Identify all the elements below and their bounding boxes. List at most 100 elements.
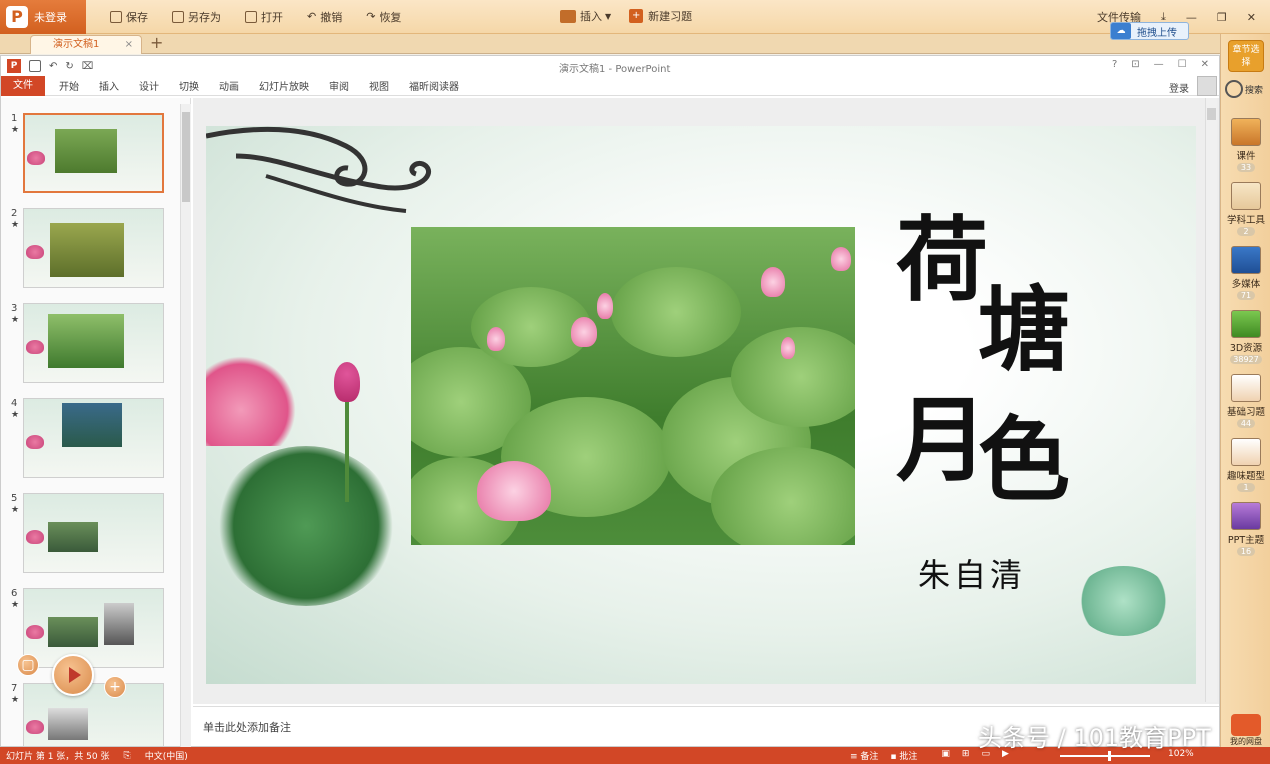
tab-review[interactable]: 审阅 [329,78,349,93]
app-logo-icon: P [6,5,28,28]
undo-icon: ↶ [307,10,317,23]
minimize-icon[interactable]: — [1154,59,1164,70]
thumbnail-item[interactable]: 1 ★ [1,113,181,197]
thumbnail-item[interactable]: 4 ★ [1,398,181,482]
sidebar-search-button[interactable]: 搜索 [1225,80,1263,98]
zoom-slider[interactable] [1060,751,1150,761]
ribbon-tabs: 文件 开始 插入 设计 切换 动画 幻灯片放映 审阅 视图 福昕阅读器 登录 [1,75,1219,96]
lotus-seedpod-decoration [1076,566,1171,636]
notes-placeholder[interactable]: 单击此处添加备注 [203,721,291,734]
new-exercise-button[interactable]: + 新建习题 [629,8,692,24]
new-tab-icon[interactable]: + [150,34,163,52]
courseware-icon [1231,118,1261,146]
search-icon [1225,80,1243,98]
save-as-button[interactable]: 另存为 [172,9,221,25]
editor-scrollbar[interactable] [1205,98,1217,702]
sidebar-item-subject-tools[interactable]: 学科工具 2 [1221,182,1270,237]
maximize-icon[interactable]: ☐ [1178,59,1187,70]
drag-upload-button[interactable]: ☁ 拖拽上传 [1110,22,1189,40]
redo-button[interactable]: ↷ 恢复 [366,9,401,25]
add-button[interactable]: + [104,676,126,698]
sidebar-item-3d-resources[interactable]: 3D资源 38927 [1221,310,1270,365]
undo-button[interactable]: ↶ 撤销 [307,9,342,25]
thumbnail-scrollbar[interactable] [180,104,191,748]
login-link[interactable]: 登录 [1169,80,1189,95]
powerpoint-icon: P [7,59,21,73]
tab-design[interactable]: 设计 [139,78,159,93]
thumbnail-item[interactable]: 7 ★ [1,683,181,746]
tab-insert[interactable]: 插入 [99,78,119,93]
login-area[interactable]: P 未登录 [0,0,86,34]
login-status[interactable]: 未登录 [34,9,67,25]
lotus-bud-decoration [334,362,360,402]
tab-close-icon[interactable]: × [125,36,133,54]
thumbnail-item[interactable]: 3 ★ [1,303,181,387]
tab-home[interactable]: 开始 [59,78,79,93]
comments-toggle-button[interactable]: ▪ 批注 [890,749,917,762]
language-indicator[interactable]: 中文(中国) [145,749,188,762]
cloud-drive-icon [1231,714,1261,736]
slide-editor: 荷 塘 月 色 朱自清 [193,98,1219,704]
folder-icon [245,10,257,23]
thumbnail-slide-2[interactable] [23,208,164,288]
avatar[interactable] [1197,76,1217,96]
close-icon[interactable]: ✕ [1201,59,1209,70]
lotus-pond-photo[interactable] [411,227,855,545]
tab-document[interactable]: 演示文稿1 × [30,35,142,54]
save-icon[interactable] [29,60,41,72]
tab-view[interactable]: 视图 [369,78,389,93]
powerpoint-window: P ↶ ↻ ⌧ 演示文稿1 - PowerPoint ? ⊡ — ☐ ✕ 文件 … [0,55,1220,748]
chapter-select-button[interactable]: 章节选择 [1228,40,1264,72]
save-button[interactable]: 保存 [110,9,148,25]
ribbon-options-icon[interactable]: ⊡ [1131,59,1139,70]
help-icon[interactable]: ? [1112,59,1117,70]
slide-author: 朱自清 [918,556,1027,594]
scrollbar-thumb[interactable] [182,112,190,202]
sidebar-item-ppt-themes[interactable]: PPT主题 16 [1221,502,1270,557]
scrollbar-thumb[interactable] [1207,108,1216,120]
document-tabs: 演示文稿1 × + [0,34,1220,54]
tab-animations[interactable]: 动画 [219,78,239,93]
thumbnail-item[interactable]: 2 ★ [1,208,181,292]
sidebar-item-basic-exercises[interactable]: 基础习题 44 [1221,374,1270,429]
thumbnail-slide-6[interactable] [23,588,164,668]
thumbnail-slide-7[interactable] [23,683,164,746]
multimedia-icon [1231,246,1261,274]
notes-toggle-button[interactable]: ≡ 备注 [850,749,878,762]
thumbnail-slide-4[interactable] [23,398,164,478]
thumbnail-slide-3[interactable] [23,303,164,383]
slide-thumbnail-panel: 1 ★ 2 ★ 3 ★ 4 ★ 5 ★ 6 ★ 7 ★ [1,98,191,746]
thumbnail-item[interactable]: 5 ★ [1,493,181,577]
sorter-view-icon[interactable]: ⊞ [962,749,970,762]
lotus-stem-decoration [345,402,349,502]
restore-icon[interactable]: ❐ [1217,11,1227,24]
lotus-flower-decoration [206,356,296,446]
tab-foxit-reader[interactable]: 福昕阅读器 [409,78,459,93]
lotus-leaf-decoration [216,446,396,606]
tab-file[interactable]: 文件 [1,75,45,96]
redo-icon[interactable]: ↻ [65,61,73,72]
undo-icon[interactable]: ↶ [49,61,57,72]
slideshow-icon[interactable]: ⌧ [82,61,94,72]
spellcheck-icon[interactable]: ⎘ [123,751,130,761]
current-slide[interactable]: 荷 塘 月 色 朱自清 [206,126,1196,684]
tab-transitions[interactable]: 切换 [179,78,199,93]
my-cloud-drive-button[interactable]: 我的网盘 [1225,714,1267,747]
save-icon [110,10,122,23]
insert-menu[interactable]: 插入 ▼ [560,8,611,24]
thumbnail-slide-5[interactable] [23,493,164,573]
thumbnail-slide-1[interactable] [23,113,164,193]
play-slideshow-button[interactable] [52,654,94,696]
tab-slideshow[interactable]: 幻灯片放映 [259,78,309,93]
dropdown-arrow-icon: ▼ [605,11,612,21]
slide-title: 荷 塘 月 色 [896,206,1071,514]
sidebar-item-fun-questions[interactable]: 趣味题型 1 [1221,438,1270,493]
normal-view-icon[interactable]: ▣ [941,749,950,762]
right-sidebar: 章节选择 搜索 课件 33 学科工具 2 多媒体 71 3D资源 38927 基… [1220,34,1270,747]
phone-control-button[interactable]: ▢ [17,654,39,676]
redo-icon: ↷ [366,10,376,23]
sidebar-item-courseware[interactable]: 课件 33 [1221,118,1270,173]
sidebar-item-multimedia[interactable]: 多媒体 71 [1221,246,1270,301]
open-button[interactable]: 打开 [245,9,283,25]
close-icon[interactable]: ✕ [1247,11,1256,24]
